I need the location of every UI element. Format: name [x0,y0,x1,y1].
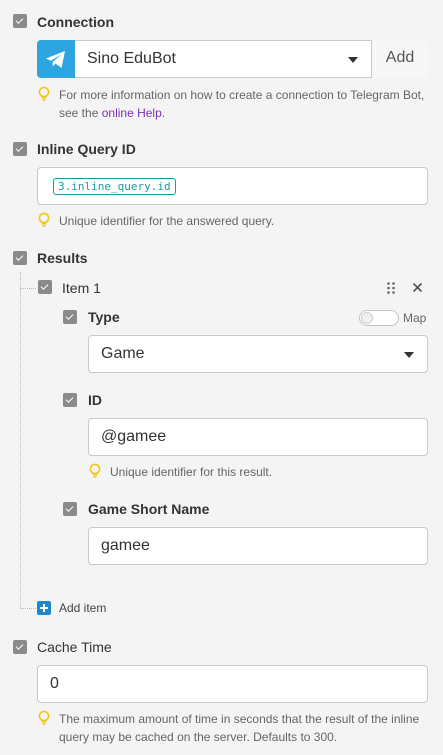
cache-time-label: Cache Time [37,639,112,655]
id-hint: Unique identifier for this result. [110,465,273,479]
inline-query-id-input[interactable]: 3.inline_query.id [37,167,428,205]
lightbulb-icon [38,86,50,101]
connection-label: Connection [37,14,114,30]
type-label: Type [88,309,120,325]
inline-query-id-hint: Unique identifier for the answered query… [59,214,275,228]
connection-checkbox[interactable] [13,14,27,28]
inline-query-id-checkbox[interactable] [13,142,27,156]
results-label: Results [37,250,88,266]
connection-hint-suffix: . [161,106,166,120]
chevron-down-icon[interactable] [404,352,414,358]
drag-handle-icon[interactable] [386,281,396,295]
results-tree-line [20,272,21,608]
item-1-checkbox[interactable] [38,280,52,294]
inline-query-id-label: Inline Query ID [37,141,136,157]
online-help-link[interactable]: online Help [102,106,162,120]
item-1-label: Item 1 [62,280,101,296]
telegram-icon [37,40,75,78]
id-input-value: @gamee [101,428,167,445]
lightbulb-icon [38,710,50,725]
cache-time-hint: The maximum amount of time in seconds th… [59,712,420,744]
add-item-branch-line [20,608,36,609]
connection-select[interactable]: Sino EduBot Add [37,40,428,78]
map-toggle-label: Map [403,311,427,325]
cache-time-checkbox[interactable] [13,640,27,654]
lightbulb-icon [38,212,50,227]
game-short-name-input[interactable]: gamee [88,527,428,565]
lightbulb-icon [89,463,101,478]
cache-time-input[interactable]: 0 [37,665,428,703]
item-branch-line [20,288,36,289]
game-short-name-checkbox[interactable] [63,502,77,516]
map-toggle[interactable] [359,310,399,326]
chevron-down-icon[interactable] [348,57,358,63]
connection-hint: For more information on how to create a … [59,86,429,122]
type-checkbox[interactable] [63,310,77,324]
close-icon[interactable] [412,282,423,293]
cache-time-value: 0 [50,675,59,692]
id-input[interactable]: @gamee [88,418,428,456]
add-item-button[interactable]: Add item [59,601,106,616]
mapped-value-token[interactable]: 3.inline_query.id [53,178,176,195]
game-short-name-label: Game Short Name [88,501,210,517]
game-short-name-value: gamee [101,537,150,554]
add-connection-button[interactable]: Add [371,40,428,78]
type-selected-value: Game [101,345,145,362]
type-select[interactable]: Game [88,335,428,373]
map-toggle-knob [361,312,373,324]
add-item-plus-icon[interactable] [37,601,51,615]
connection-selected-value: Sino EduBot [87,50,176,67]
id-label: ID [88,392,102,408]
results-checkbox[interactable] [13,251,27,265]
id-checkbox[interactable] [63,393,77,407]
